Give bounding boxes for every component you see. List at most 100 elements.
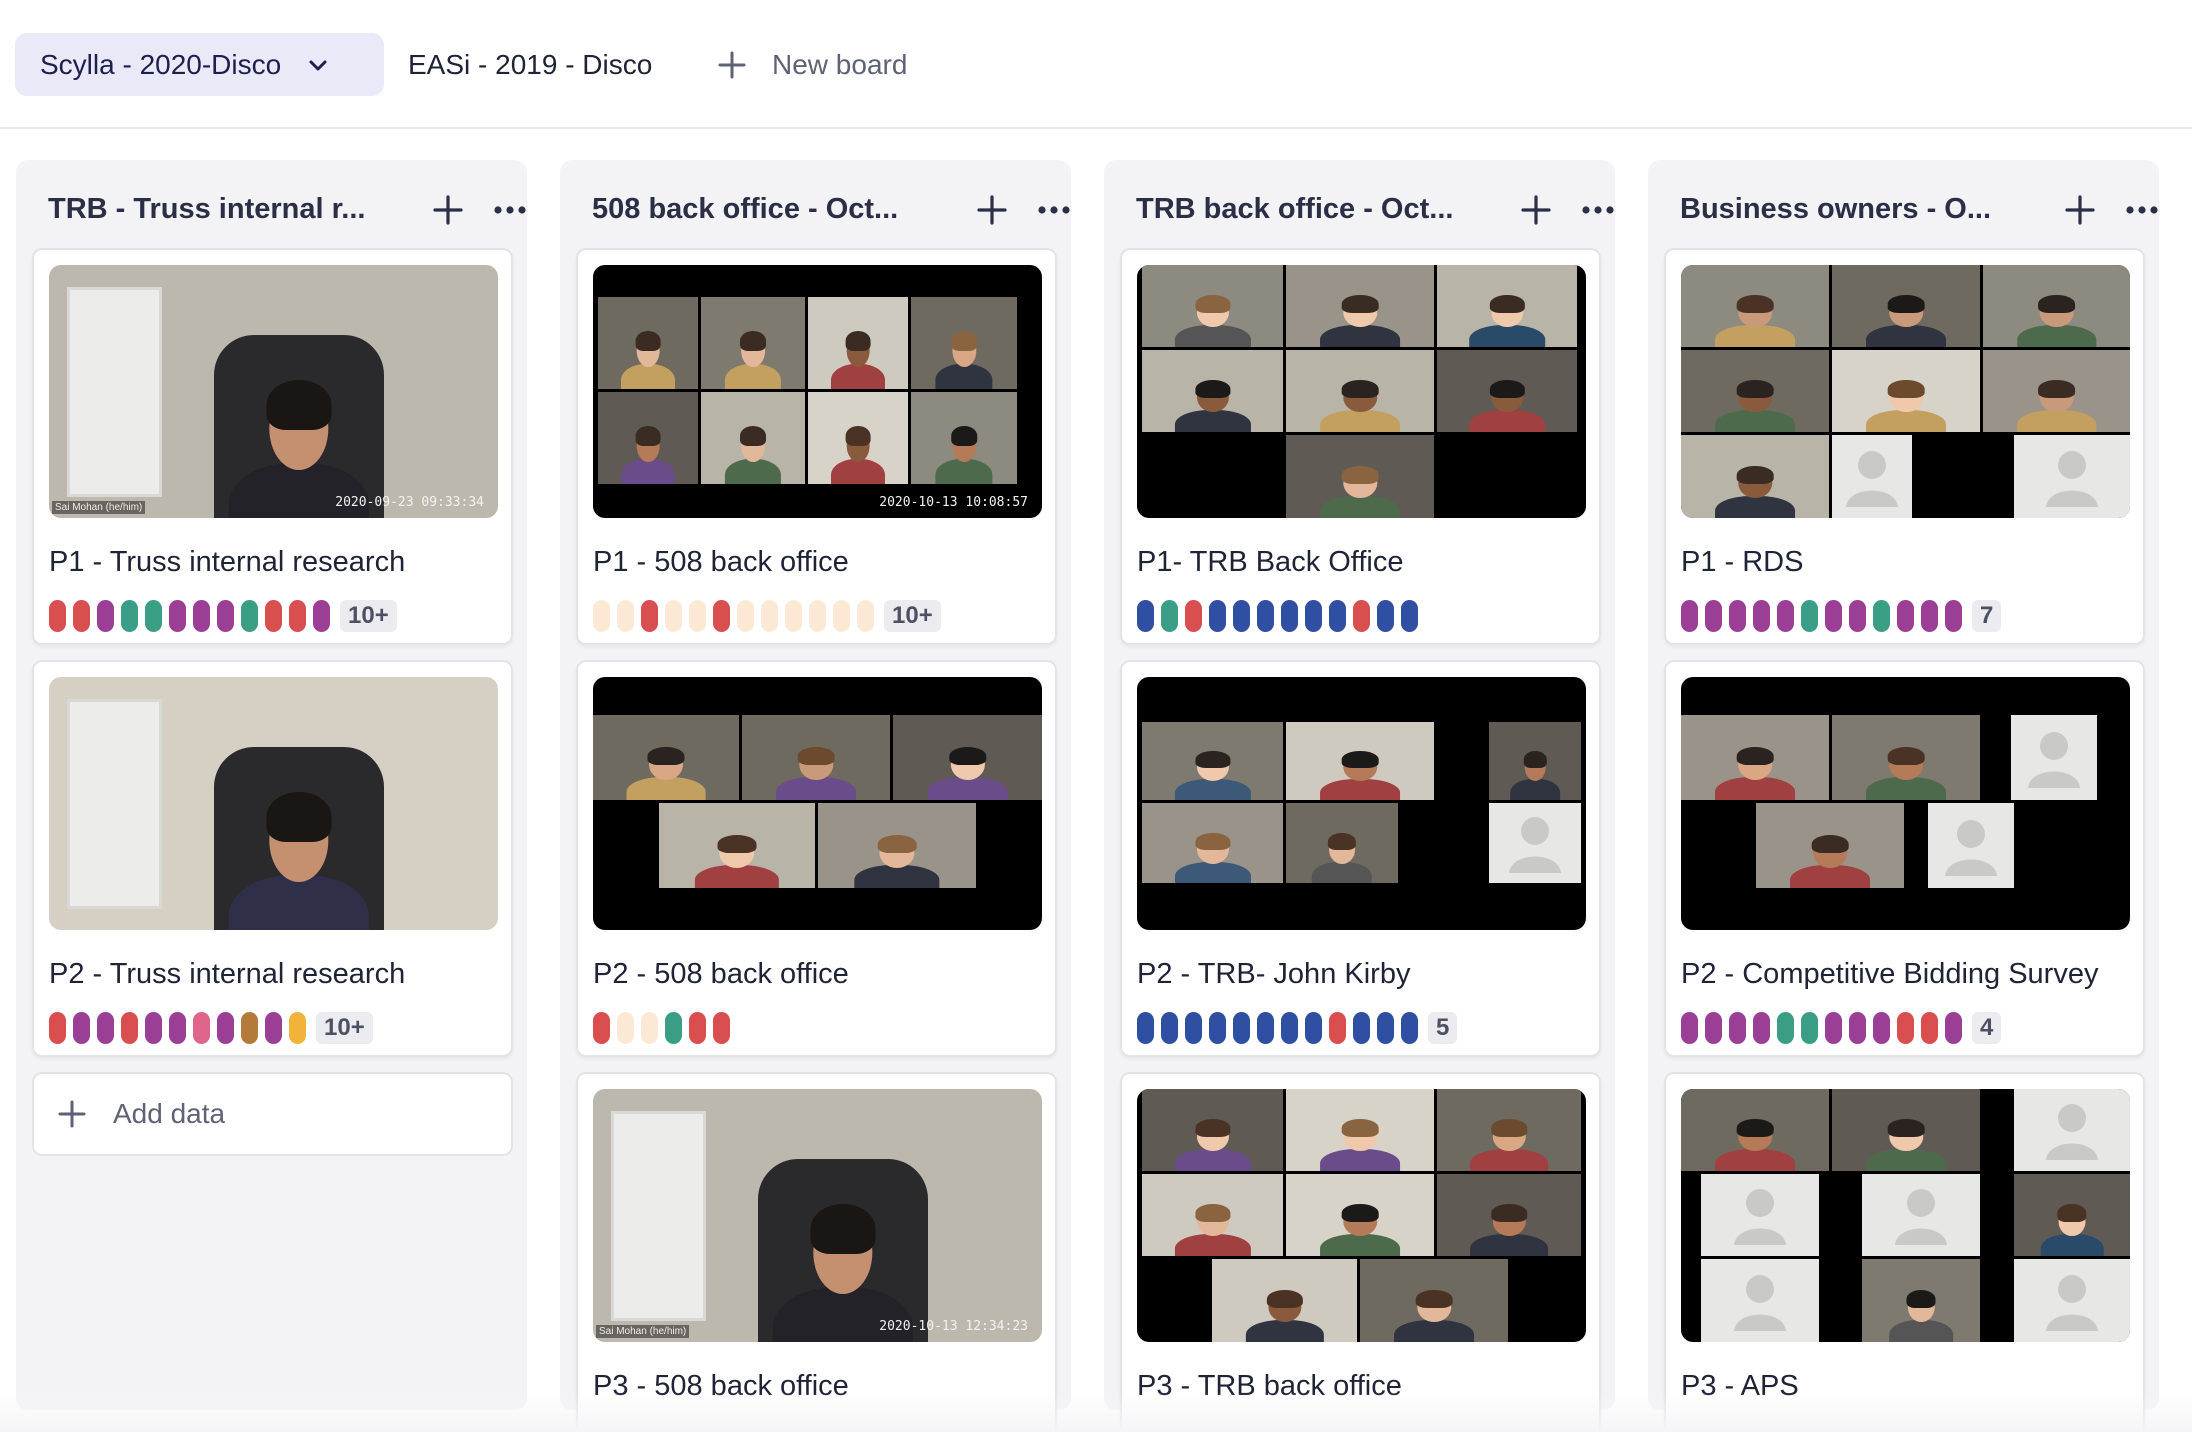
data-card[interactable]: P3 - TRB back office <box>1120 1072 1601 1432</box>
participant-figure <box>1470 1119 1548 1171</box>
board-tab-active[interactable]: Scylla - 2020-Disco <box>15 33 384 96</box>
card-title: P1 - 508 back office <box>593 546 849 578</box>
tag-pill <box>1729 1012 1746 1044</box>
column-title[interactable]: TRB - Truss internal r... <box>48 193 388 226</box>
column-header: 508 back office - Oct... <box>592 184 1070 234</box>
tag-pill <box>1305 600 1322 632</box>
tag-pill <box>1185 1012 1202 1044</box>
participant-figure <box>1245 1289 1324 1342</box>
video-thumbnail[interactable] <box>49 677 498 930</box>
add-data-button[interactable]: Add data <box>32 1072 513 1156</box>
video-participant-tile <box>1142 350 1283 432</box>
more-options-icon[interactable] <box>2124 198 2160 222</box>
more-options-icon[interactable] <box>1036 198 1072 222</box>
participant-figure <box>1320 465 1400 518</box>
tag-pill <box>241 600 258 632</box>
video-thumbnail[interactable]: 2020-10-13 10:08:57 <box>593 265 1042 518</box>
tag-pill <box>1753 600 1770 632</box>
tag-pill <box>833 600 850 632</box>
video-participant-tile <box>1360 1259 1508 1342</box>
tag-pill <box>737 600 754 632</box>
more-options-icon[interactable] <box>492 198 528 222</box>
data-card[interactable]: P2 - Competitive Bidding Survey 4 <box>1664 660 2145 1057</box>
video-thumbnail[interactable] <box>1681 1089 2130 1342</box>
card-title: P1 - Truss internal research <box>49 546 406 578</box>
video-thumbnail[interactable] <box>1137 1089 1586 1342</box>
video-participant-tile <box>1142 722 1283 800</box>
data-card[interactable]: 2020-10-13 10:08:57 P1 - 508 back office 1… <box>576 248 1057 645</box>
video-participant-placeholder <box>2014 435 2130 518</box>
participant-figure <box>1320 380 1400 432</box>
participant-figure <box>1866 1119 1946 1171</box>
participant-figure <box>1469 380 1545 432</box>
data-card[interactable]: P1- TRB Back Office <box>1120 248 1601 645</box>
column-title[interactable]: 508 back office - Oct... <box>592 193 932 226</box>
video-participant-tile <box>911 392 1017 484</box>
tag-pill <box>169 1012 186 1044</box>
tag-pill <box>1209 600 1226 632</box>
tag-pills: 5 <box>1137 1012 1458 1044</box>
data-card[interactable]: P3 - APS <box>1664 1072 2145 1432</box>
data-card[interactable]: Sai Mohan (he/him) 2020-10-13 12:34:23 P3 … <box>576 1072 1057 1432</box>
more-options-icon[interactable] <box>1580 198 1616 222</box>
video-thumbnail[interactable] <box>1137 677 1586 930</box>
video-thumbnail[interactable] <box>1681 265 2130 518</box>
participant-figure <box>831 331 885 389</box>
video-thumbnail[interactable]: Sai Mohan (he/him) 2020-10-13 12:34:23 <box>593 1089 1042 1342</box>
tag-pill <box>1873 1012 1890 1044</box>
video-participant-placeholder <box>1928 803 2014 888</box>
video-participant-tile <box>1756 803 1904 888</box>
video-participant-tile <box>701 392 805 484</box>
add-card-icon[interactable] <box>2064 194 2096 226</box>
board-columns: TRB - Truss internal r... Sai Mohan (he/h… <box>0 160 2192 1432</box>
add-card-icon[interactable] <box>432 194 464 226</box>
chevron-down-icon[interactable] <box>307 54 329 76</box>
video-thumbnail[interactable] <box>1681 677 2130 930</box>
participant-figure <box>1320 750 1400 800</box>
video-thumbnail[interactable]: Sai Mohan (he/him) 2020-09-23 09:33:34 <box>49 265 498 518</box>
new-board-button[interactable]: New board <box>717 33 907 96</box>
tag-count-badge: 7 <box>1972 600 2002 632</box>
data-card[interactable]: P2 - 508 back office <box>576 660 1057 1057</box>
tag-pill <box>1161 1012 1178 1044</box>
tag-pill <box>1897 1012 1914 1044</box>
video-participant-tile <box>593 715 739 800</box>
data-card[interactable]: P2 - Truss internal research 10+ <box>32 660 513 1057</box>
add-card-icon[interactable] <box>976 194 1008 226</box>
participant-figure <box>1320 1119 1400 1171</box>
participant-figure <box>1866 746 1946 800</box>
column: Business owners - O... P1 - RDS 7 P2 - Comp… <box>1648 160 2160 1432</box>
column-title[interactable]: Business owners - O... <box>1680 193 2020 226</box>
tag-pill <box>145 600 162 632</box>
board-tabs-bar: Scylla - 2020-Disco EASi - 2019 - Disco … <box>0 0 2192 129</box>
user-avatar-icon <box>1734 1274 1786 1331</box>
data-card[interactable]: Sai Mohan (he/him) 2020-09-23 09:33:34 P1 … <box>32 248 513 645</box>
participant-figure <box>2016 380 2097 432</box>
card-title: P2 - 508 back office <box>593 958 849 990</box>
tag-pill <box>665 1012 682 1044</box>
tag-pill <box>193 1012 210 1044</box>
add-card-icon[interactable] <box>1520 194 1552 226</box>
column-title[interactable]: TRB back office - Oct... <box>1136 193 1476 226</box>
card-title: P2 - Truss internal research <box>49 958 406 990</box>
tag-pill <box>1329 600 1346 632</box>
tag-pill <box>1137 1012 1154 1044</box>
video-thumbnail[interactable] <box>593 677 1042 930</box>
tag-pill <box>1257 1012 1274 1044</box>
participant-figure <box>1320 295 1400 347</box>
video-participant-tile <box>1437 1174 1581 1256</box>
data-card[interactable]: P2 - TRB- John Kirby 5 <box>1120 660 1601 1057</box>
video-participant-tile <box>1681 1089 1829 1171</box>
video-participant-tile <box>1286 265 1434 347</box>
tag-pill <box>1281 600 1298 632</box>
tag-pill <box>1705 1012 1722 1044</box>
video-thumbnail[interactable] <box>1137 265 1586 518</box>
board-tab-easi[interactable]: EASi - 2019 - Disco <box>408 33 652 96</box>
video-participant-tile <box>911 297 1017 389</box>
tag-pill <box>1329 1012 1346 1044</box>
card-title: P2 - Competitive Bidding Survey <box>1681 958 2099 990</box>
data-card[interactable]: P1 - RDS 7 <box>1664 248 2145 645</box>
tag-pill <box>217 600 234 632</box>
door <box>611 1111 706 1321</box>
tag-pill <box>1161 600 1178 632</box>
